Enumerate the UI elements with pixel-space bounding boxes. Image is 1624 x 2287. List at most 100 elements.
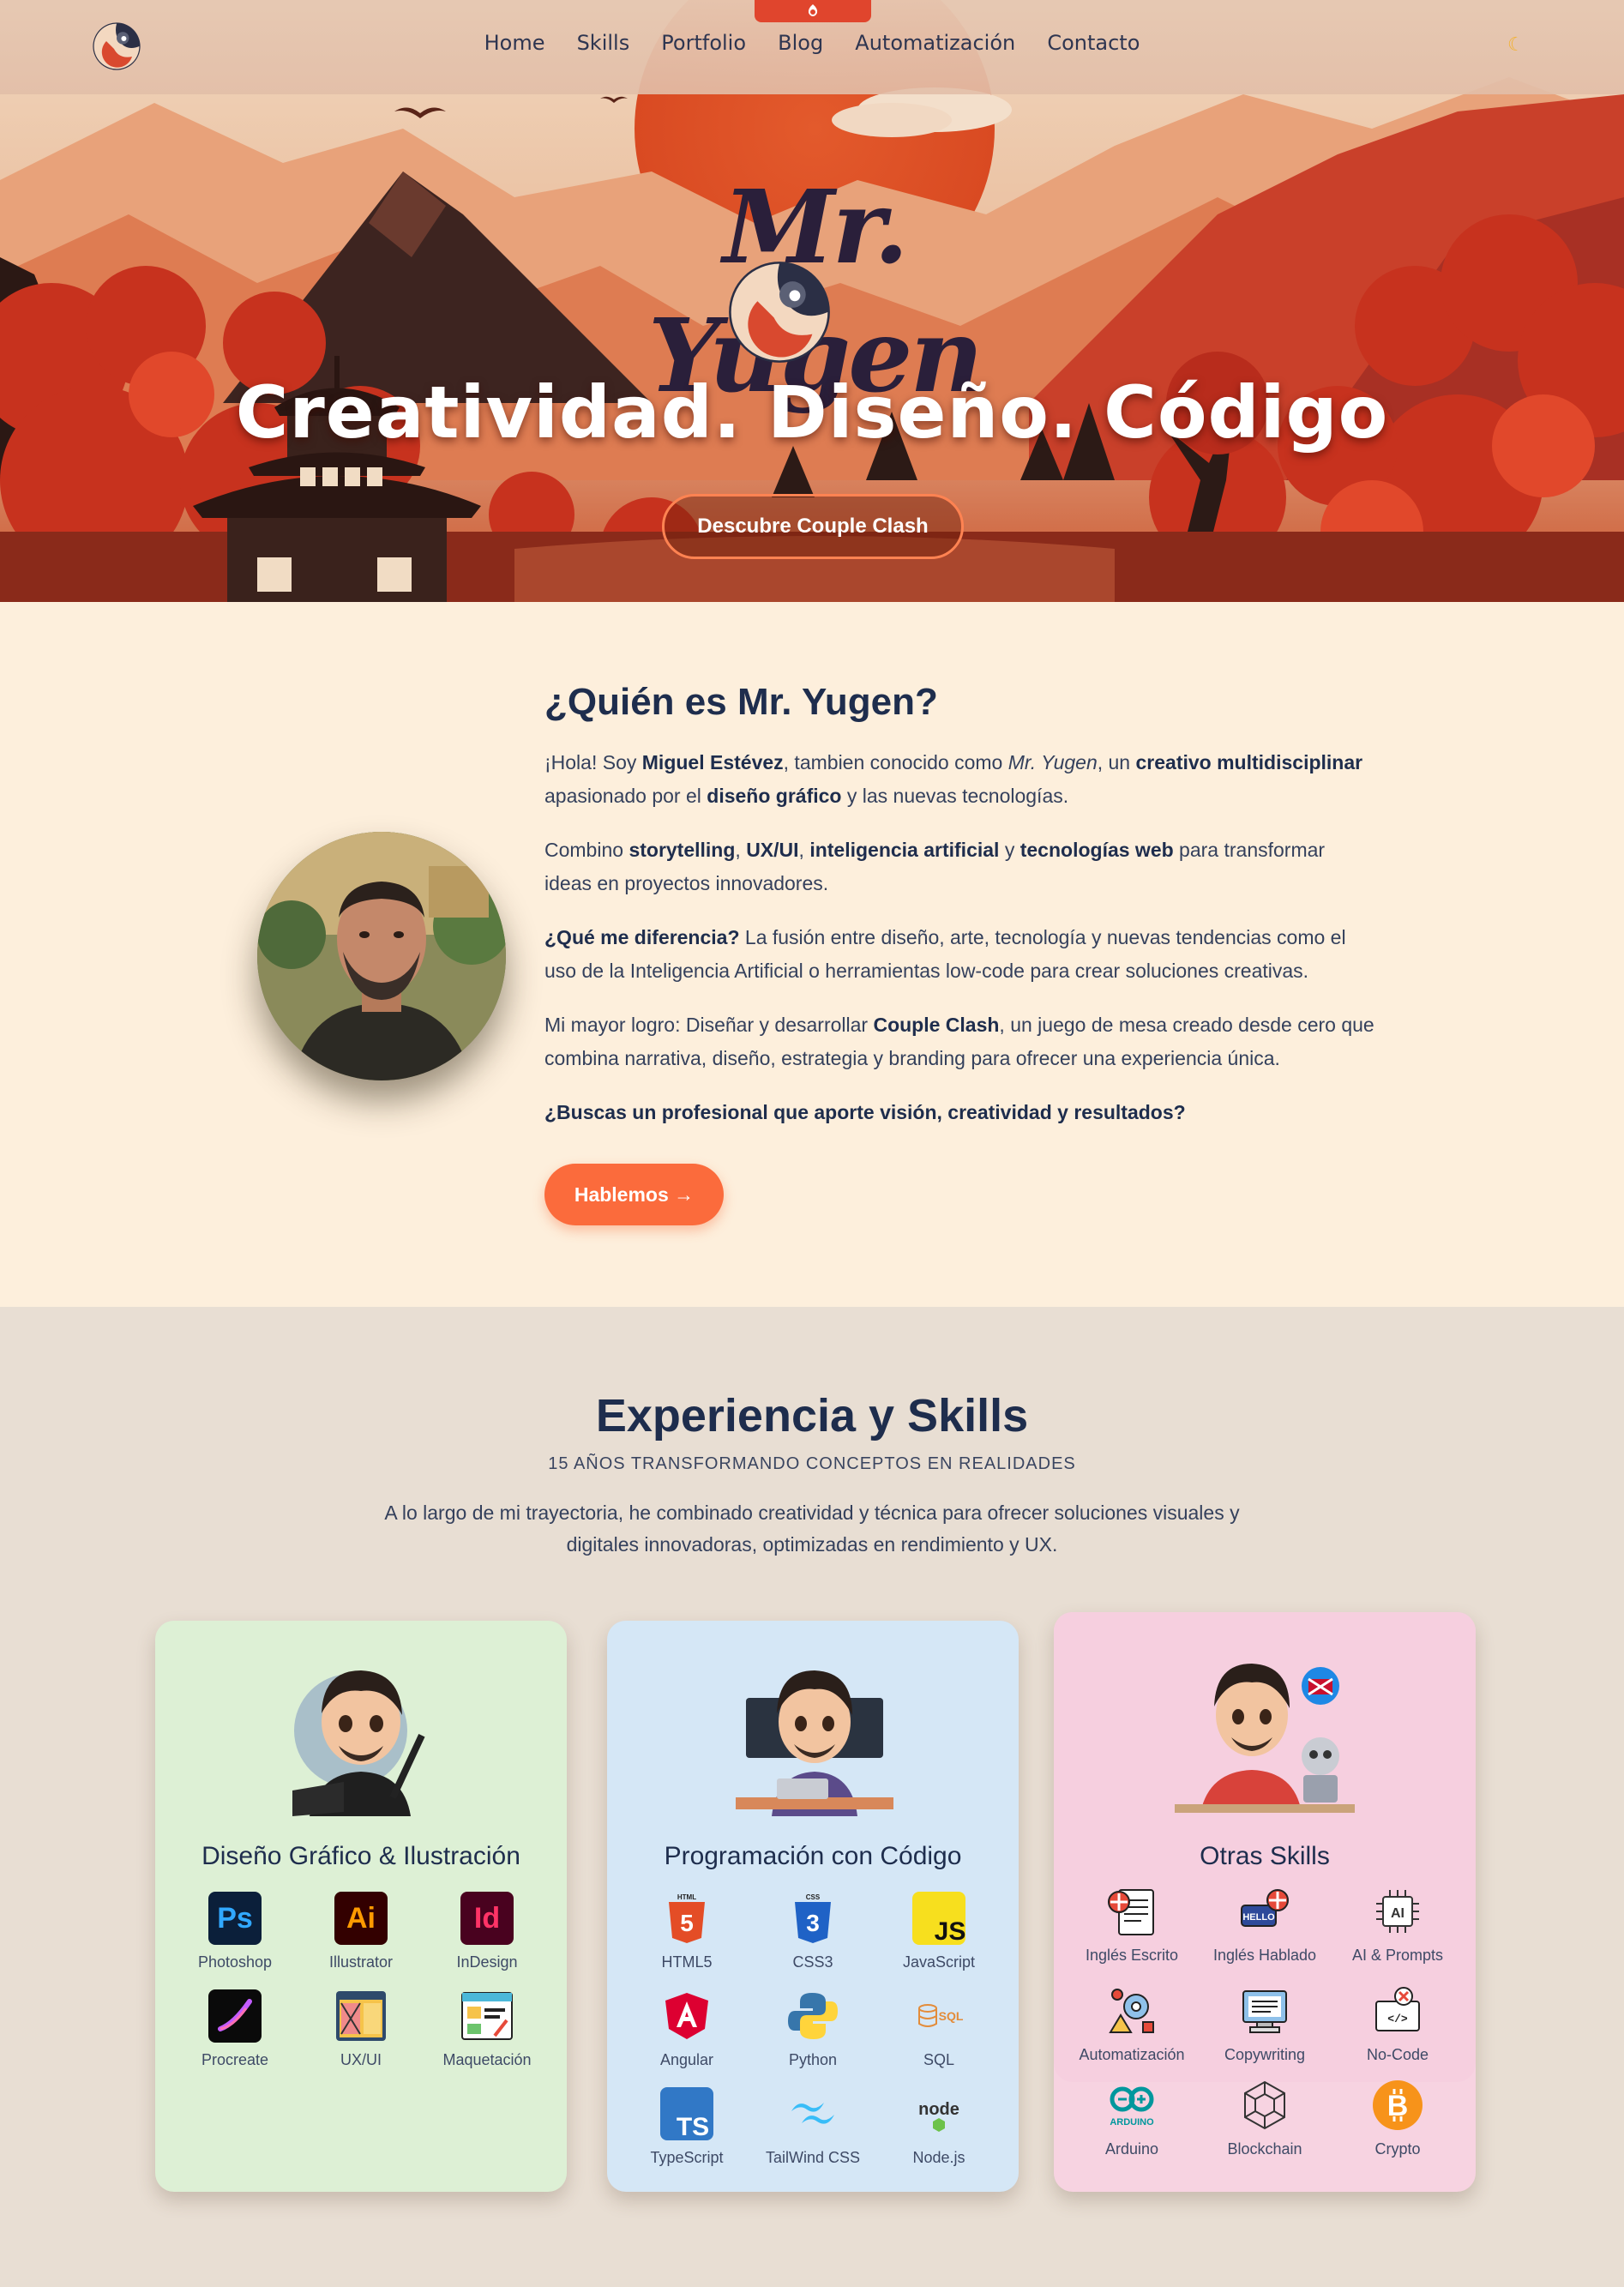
tool-label: JavaScript (902, 1953, 976, 1971)
tool-ai-prompts: AI AI & Prompts (1332, 1885, 1464, 1965)
tool-label: SQL (923, 2051, 955, 2068)
svg-text:5: 5 (680, 1910, 694, 1936)
flame-icon (808, 4, 818, 16)
tool-copywriting: Copywriting (1199, 1984, 1331, 2064)
emphasis-text: inteligencia artificial (809, 839, 1000, 861)
emphasis-text: tecnologías web (1020, 839, 1174, 861)
tool-label: Inglés Hablado (1212, 1947, 1317, 1964)
nav-blog[interactable]: Blog (778, 31, 823, 55)
tool-blockchain: Blockchain (1199, 2079, 1331, 2158)
tool-label: Crypto (1374, 2140, 1421, 2158)
discover-couple-clash-button[interactable]: Descubre Couple Clash (662, 494, 964, 559)
tool-label: CSS3 (792, 1953, 833, 1971)
photoshop-icon: Ps (208, 1892, 262, 1945)
nav-portfolio[interactable]: Portfolio (661, 31, 746, 55)
svg-text:CSS: CSS (806, 1893, 821, 1901)
ai-chip-icon: AI (1376, 1890, 1419, 1933)
css3-icon: CSS 3 (795, 1893, 831, 1943)
tool-angular: Angular (624, 1989, 749, 2069)
tool-html5: HTML 5 HTML5 (624, 1892, 749, 1971)
about-text-block: ¿Quién es Mr. Yugen? ¡Hola! Soy Miguel E… (544, 681, 1376, 1150)
emphasis-text: creativo multidisciplinar (1135, 751, 1363, 773)
arduino-icon: ARDUINO (1110, 2086, 1154, 2128)
illustrator-icon: Ai (334, 1892, 388, 1945)
yugen-emblem-icon (729, 262, 830, 363)
tool-label: Node.js (912, 2149, 965, 2166)
python-icon (788, 1993, 838, 2039)
tool-label: Illustrator (328, 1953, 394, 1971)
tool-automation: Automatización (1066, 1984, 1198, 2064)
angular-icon (665, 1993, 708, 2039)
skills-intro: A lo largo de mi trayectoria, he combina… (384, 1502, 1240, 1556)
svg-text:ARDUINO: ARDUINO (1110, 2117, 1154, 2128)
emphasis-text: Miguel Estévez (641, 751, 784, 773)
typescript-icon: TS (660, 2087, 713, 2140)
about-paragraph-4: Mi mayor logro: Diseñar y desarrollar Co… (544, 1014, 1374, 1069)
svg-text:B: B (1387, 2090, 1409, 2122)
nav-skills[interactable]: Skills (577, 31, 630, 55)
copywriting-icon (1242, 1990, 1287, 2033)
skill-card-design: Diseño Gráfico & Ilustración Ps Photosho… (155, 1621, 567, 2192)
emphasis-text: storytelling (629, 839, 736, 861)
svg-text:3: 3 (806, 1910, 820, 1936)
emphasis-text: ¿Buscas un profesional que aporte visión… (544, 1101, 1186, 1123)
tool-label: Automatización (1079, 2046, 1185, 2063)
about-section: ¿Quién es Mr. Yugen? ¡Hola! Soy Miguel E… (0, 602, 1624, 1307)
tool-ux-ui: UX/UI (298, 1989, 424, 2069)
procreate-icon (208, 1989, 262, 2043)
svg-text:SQL: SQL (939, 2009, 964, 2023)
tailwind-icon (791, 2103, 834, 2124)
nav-contacto[interactable]: Contacto (1047, 31, 1140, 55)
emphasis-text: ¿Qué me diferencia? (544, 926, 740, 948)
tool-label: Angular (659, 2051, 714, 2068)
nav-top-tab[interactable] (755, 0, 871, 22)
tool-javascript: JS JavaScript (876, 1892, 1001, 1971)
svg-text:HELLO: HELLO (1242, 1912, 1275, 1923)
tool-label: Maquetación (442, 2051, 532, 2068)
automation-icon (1109, 1989, 1154, 2033)
designer-mascot-illustration (292, 1670, 425, 1816)
svg-text:</>: </> (1387, 2013, 1408, 2025)
tool-python: Python (750, 1989, 875, 2069)
tool-label: No-Code (1366, 2046, 1429, 2063)
tool-nodejs: node Node.js (876, 2087, 1001, 2167)
blockchain-icon (1244, 2080, 1285, 2130)
about-paragraph-3: ¿Qué me diferencia? La fusión entre dise… (544, 926, 1346, 982)
bitcoin-icon: B (1373, 2080, 1423, 2130)
italic-text: Mr. Yugen (1007, 751, 1098, 773)
tool-sql: SQL SQL (876, 1989, 1001, 2069)
tool-procreate: Procreate (172, 1989, 298, 2069)
about-heading: ¿Quién es Mr. Yugen? (544, 681, 938, 723)
skill-card-programming: Programación con Código HTML 5 HTML5 CSS… (607, 1621, 1019, 2192)
skills-heading: Experiencia y Skills (595, 1390, 1029, 1441)
tool-tailwind: TailWind CSS (750, 2087, 875, 2167)
card-title-design: Diseño Gráfico & Ilustración (201, 1842, 520, 1870)
tool-photoshop: Ps Photoshop (172, 1892, 298, 1971)
skill-card-other: Otras Skills Inglés Escrito HELLO Inglés… (1054, 1612, 1476, 2192)
tool-css3: CSS 3 CSS3 (750, 1892, 875, 1971)
nav-home[interactable]: Home (484, 31, 545, 55)
tool-spoken-english: HELLO Inglés Hablado (1199, 1885, 1331, 1965)
avatar-photo (257, 832, 506, 1080)
no-code-icon: </> (1375, 1987, 1420, 2031)
lets-talk-button[interactable]: Hablemos → (544, 1164, 724, 1225)
nav-automatizacion[interactable]: Automatización (855, 31, 1015, 55)
svg-text:node: node (918, 2100, 959, 2119)
tool-label: UX/UI (340, 2051, 382, 2068)
about-paragraph-5: ¿Buscas un profesional que aporte visión… (544, 1096, 1376, 1129)
tool-illustrator: Ai Illustrator (298, 1892, 424, 1971)
layout-icon (461, 1992, 513, 2040)
html5-icon: HTML 5 (669, 1893, 705, 1943)
tool-label: TailWind CSS (765, 2149, 861, 2166)
moon-icon[interactable]: ☾ (1507, 34, 1530, 57)
indesign-icon: Id (460, 1892, 514, 1945)
hero-title: Creatividad. Diseño. Código (235, 370, 1389, 454)
about-paragraph-2: Combino storytelling, UX/UI, inteligenci… (544, 839, 1326, 894)
svg-text:JS: JS (935, 1917, 965, 1945)
tool-label: TypeScript (650, 2149, 724, 2166)
tool-crypto: B Crypto (1332, 2079, 1464, 2158)
tool-label: HTML5 (661, 1953, 713, 1971)
tool-label: Inglés Escrito (1085, 1947, 1179, 1964)
about-paragraph-1: ¡Hola! Soy Miguel Estévez, tambien conoc… (544, 751, 1363, 807)
tool-label: AI & Prompts (1351, 1947, 1444, 1964)
